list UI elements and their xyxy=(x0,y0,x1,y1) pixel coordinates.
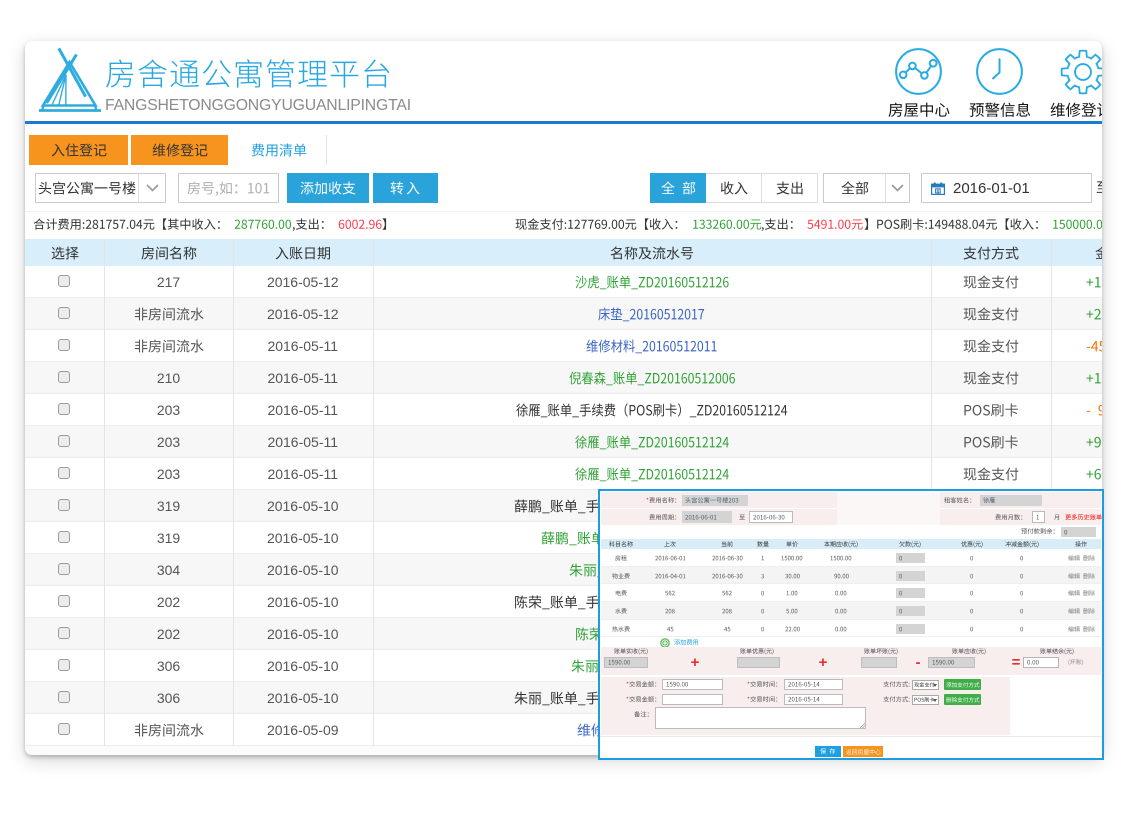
svg-text:6: 6 xyxy=(937,188,940,194)
